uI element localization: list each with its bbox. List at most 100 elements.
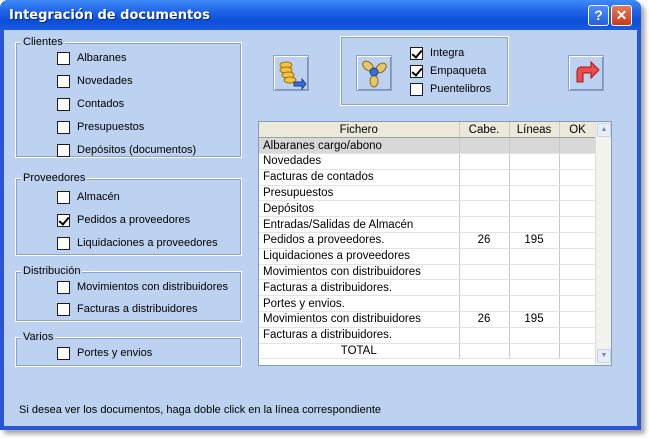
cell-cabe[interactable] bbox=[459, 169, 510, 186]
checkbox-box[interactable] bbox=[57, 281, 70, 294]
cell-lineas[interactable] bbox=[509, 264, 560, 281]
checkbox-box[interactable] bbox=[57, 121, 70, 134]
cell-fichero[interactable]: Albaranes cargo/abono bbox=[259, 137, 460, 155]
col-ok-header[interactable]: OK bbox=[559, 122, 597, 139]
cell-fichero[interactable]: Facturas de contados bbox=[259, 169, 460, 186]
cell-lineas[interactable]: 195 bbox=[509, 232, 560, 249]
exit-button[interactable] bbox=[568, 55, 604, 91]
cell-cabe[interactable]: 26 bbox=[459, 232, 510, 249]
cell-fichero[interactable]: Facturas a distribuidores. bbox=[259, 279, 460, 297]
cell-lineas[interactable] bbox=[509, 153, 560, 170]
title-bar[interactable]: Integración de documentos ? ✕ bbox=[0, 0, 641, 30]
table-row[interactable]: Facturas a distribuidores. bbox=[259, 279, 597, 297]
table-row[interactable]: Depósitos bbox=[259, 200, 597, 218]
cell-lineas[interactable] bbox=[509, 169, 560, 186]
table-row[interactable]: Entradas/Salidas de Almacén bbox=[259, 216, 597, 234]
table-row[interactable]: Pedidos a proveedores. 26 195 bbox=[259, 232, 597, 249]
table-row[interactable]: Albaranes cargo/abono bbox=[259, 137, 597, 155]
cell-ok[interactable] bbox=[559, 264, 597, 281]
clientes-checkbox-3[interactable]: Presupuestos bbox=[57, 121, 144, 135]
cell-ok[interactable] bbox=[559, 169, 597, 186]
cell-fichero[interactable]: Pedidos a proveedores. bbox=[259, 232, 460, 249]
table-row[interactable]: Facturas a distribuidores. bbox=[259, 327, 597, 344]
cell-cabe[interactable] bbox=[459, 137, 510, 155]
cell-ok[interactable] bbox=[559, 311, 597, 328]
checkbox-box[interactable] bbox=[410, 65, 423, 78]
cell-ok[interactable] bbox=[559, 216, 597, 234]
cell-fichero[interactable]: Presupuestos bbox=[259, 185, 460, 202]
checkbox-box[interactable] bbox=[410, 83, 423, 96]
cell-fichero[interactable]: Movimientos con distribuidores bbox=[259, 311, 460, 328]
cell-cabe[interactable] bbox=[459, 295, 510, 313]
cell-ok[interactable] bbox=[559, 185, 597, 202]
cell-lineas[interactable] bbox=[509, 248, 560, 265]
table-row[interactable]: Novedades bbox=[259, 153, 597, 170]
checkbox-box[interactable] bbox=[57, 303, 70, 316]
cell-ok[interactable] bbox=[559, 295, 597, 313]
grid-vertical-scrollbar[interactable]: ▲ ▼ bbox=[595, 122, 611, 365]
cell-ok[interactable] bbox=[559, 343, 597, 360]
clientes-checkbox-0[interactable]: Albaranes bbox=[57, 52, 127, 66]
cell-lineas[interactable] bbox=[509, 279, 560, 297]
cell-cabe[interactable] bbox=[459, 327, 510, 344]
cell-cabe[interactable] bbox=[459, 248, 510, 265]
option-checkbox-2[interactable]: Puentelibros bbox=[410, 83, 491, 97]
cell-lineas[interactable] bbox=[509, 343, 560, 360]
cell-ok[interactable] bbox=[559, 137, 597, 155]
cell-ok[interactable] bbox=[559, 232, 597, 249]
distribucion-checkbox-0[interactable]: Movimientos con distribuidores bbox=[57, 281, 228, 295]
table-row[interactable]: Portes y envios. bbox=[259, 295, 597, 313]
cell-lineas[interactable] bbox=[509, 200, 560, 218]
cell-lineas[interactable] bbox=[509, 327, 560, 344]
table-row[interactable]: Facturas de contados bbox=[259, 169, 597, 186]
checkbox-box[interactable] bbox=[57, 75, 70, 88]
cell-cabe[interactable] bbox=[459, 264, 510, 281]
cell-cabe[interactable] bbox=[459, 279, 510, 297]
cell-fichero[interactable]: Novedades bbox=[259, 153, 460, 170]
cell-cabe[interactable] bbox=[459, 200, 510, 218]
cell-ok[interactable] bbox=[559, 327, 597, 344]
cell-fichero[interactable]: Facturas a distribuidores. bbox=[259, 327, 460, 344]
varios-checkbox-0[interactable]: Portes y envios bbox=[57, 347, 152, 361]
cell-ok[interactable] bbox=[559, 279, 597, 297]
table-row[interactable]: Movimientos con distribuidores 26 195 bbox=[259, 311, 597, 328]
clientes-checkbox-4[interactable]: Depósitos (documentos) bbox=[57, 144, 196, 158]
cell-lineas[interactable]: 195 bbox=[509, 311, 560, 328]
checkbox-box[interactable] bbox=[57, 191, 70, 204]
col-cabe-header[interactable]: Cabe. bbox=[459, 122, 510, 139]
cell-ok[interactable] bbox=[559, 153, 597, 170]
cell-fichero[interactable]: Portes y envios. bbox=[259, 295, 460, 313]
cell-lineas[interactable] bbox=[509, 185, 560, 202]
clientes-checkbox-1[interactable]: Novedades bbox=[57, 75, 133, 89]
integrate-button[interactable] bbox=[273, 55, 309, 91]
checkbox-box[interactable] bbox=[57, 144, 70, 157]
option-checkbox-1[interactable]: Empaqueta bbox=[410, 65, 486, 79]
cell-lineas[interactable] bbox=[509, 137, 560, 155]
cell-lineas[interactable] bbox=[509, 295, 560, 313]
proveedores-checkbox-2[interactable]: Liquidaciones a proveedores bbox=[57, 237, 218, 251]
cell-fichero[interactable]: Depósitos bbox=[259, 200, 460, 218]
table-row[interactable]: TOTAL bbox=[259, 343, 597, 360]
close-button[interactable]: ✕ bbox=[611, 5, 632, 26]
cell-fichero[interactable]: Movimientos con distribuidores bbox=[259, 264, 460, 281]
checkbox-box[interactable] bbox=[57, 98, 70, 111]
cell-cabe[interactable] bbox=[459, 216, 510, 234]
checkbox-box[interactable] bbox=[410, 47, 423, 60]
scroll-up-icon[interactable]: ▲ bbox=[597, 123, 611, 137]
cell-ok[interactable] bbox=[559, 200, 597, 218]
cell-cabe[interactable] bbox=[459, 185, 510, 202]
checkbox-box[interactable] bbox=[57, 52, 70, 65]
cell-cabe[interactable] bbox=[459, 153, 510, 170]
files-grid[interactable]: Fichero Cabe. Líneas OK Albaranes cargo/… bbox=[258, 121, 612, 366]
cell-fichero[interactable]: TOTAL bbox=[259, 343, 460, 360]
col-lineas-header[interactable]: Líneas bbox=[509, 122, 560, 139]
cell-fichero[interactable]: Entradas/Salidas de Almacén bbox=[259, 216, 460, 234]
cell-lineas[interactable] bbox=[509, 216, 560, 234]
table-row[interactable]: Movimientos con distribuidores bbox=[259, 264, 597, 281]
checkbox-box[interactable] bbox=[57, 237, 70, 250]
table-row[interactable]: Presupuestos bbox=[259, 185, 597, 202]
cell-fichero[interactable]: Liquidaciones a proveedores bbox=[259, 248, 460, 265]
checkbox-box[interactable] bbox=[57, 347, 70, 360]
table-row[interactable]: Liquidaciones a proveedores bbox=[259, 248, 597, 265]
distribucion-checkbox-1[interactable]: Facturas a distribuidores bbox=[57, 303, 197, 317]
